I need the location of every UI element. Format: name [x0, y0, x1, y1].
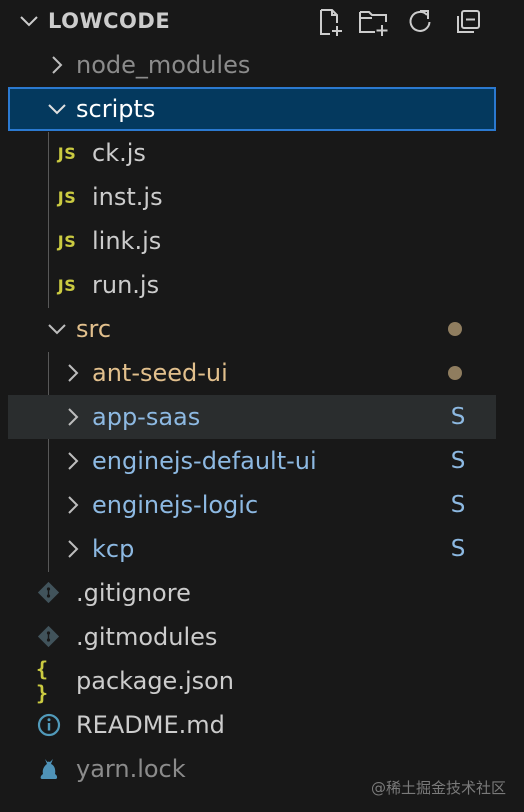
tree-item-link-js[interactable]: JS link.js	[8, 219, 496, 263]
tree-item-label: app-saas	[92, 403, 201, 431]
tree-item-gitignore[interactable]: .gitignore	[8, 571, 496, 615]
explorer-header[interactable]: LOWCODE	[0, 0, 524, 44]
chevron-right-icon[interactable]	[62, 494, 84, 516]
new-folder-button[interactable]	[356, 4, 392, 40]
tree-item-inst-js[interactable]: JS inst.js	[8, 175, 496, 219]
new-file-icon[interactable]	[315, 7, 345, 37]
git-file-icon	[37, 625, 60, 648]
tree-item-label: yarn.lock	[76, 755, 186, 783]
watermark: @稀土掘金技术社区	[370, 779, 506, 797]
refresh-icon[interactable]	[406, 8, 434, 36]
chevron-down-icon[interactable]	[18, 10, 40, 32]
javascript-file-icon: JS	[57, 275, 77, 295]
submodule-badge: S	[450, 536, 466, 562]
yarn-cat-icon	[40, 759, 58, 779]
chevron-right-icon[interactable]	[62, 406, 84, 428]
git-file-icon	[37, 581, 60, 604]
tree-item-node-modules[interactable]: node_modules	[8, 43, 496, 87]
tree-item-label: enginejs-logic	[92, 491, 259, 519]
tree-item-label: scripts	[76, 95, 156, 123]
explorer-panel: LOWCODE node_modules scripts JS ck.js JS…	[0, 0, 524, 812]
tree-item-label: run.js	[92, 271, 160, 299]
new-folder-icon[interactable]	[358, 7, 390, 37]
tree-item-label: link.js	[92, 227, 162, 255]
chevron-right-icon[interactable]	[46, 54, 68, 76]
javascript-file-icon: JS	[57, 231, 77, 251]
json-file-icon: { }	[36, 657, 49, 705]
tree-item-label: .gitmodules	[76, 623, 218, 651]
submodule-badge: S	[450, 404, 466, 430]
modified-dot-icon	[448, 322, 462, 336]
tree-item-ant-seed-ui[interactable]: ant-seed-ui	[8, 351, 496, 395]
tree-item-gitmodules[interactable]: .gitmodules	[8, 615, 496, 659]
tree-item-enginejs-logic[interactable]: enginejs-logic S	[8, 483, 496, 527]
tree-item-label: README.md	[76, 711, 225, 739]
chevron-down-icon[interactable]	[46, 318, 68, 340]
refresh-button[interactable]	[402, 4, 438, 40]
submodule-badge: S	[450, 448, 466, 474]
chevron-right-icon[interactable]	[62, 362, 84, 384]
submodule-badge: S	[450, 492, 466, 518]
tree-item-label: enginejs-default-ui	[92, 447, 317, 475]
tree-item-label: src	[76, 315, 112, 343]
javascript-file-icon: JS	[57, 187, 77, 207]
tree-item-label: node_modules	[76, 51, 251, 79]
tree-item-label: ant-seed-ui	[92, 359, 228, 387]
modified-dot-icon	[448, 366, 462, 380]
tree-item-kcp[interactable]: kcp S	[8, 527, 496, 571]
collapse-all-icon[interactable]	[454, 8, 482, 36]
tree-item-scripts[interactable]: scripts	[8, 87, 496, 131]
tree-item-label: kcp	[92, 535, 135, 563]
info-icon	[37, 713, 61, 737]
tree-item-label: ck.js	[92, 139, 146, 167]
tree-item-label: package.json	[76, 667, 235, 695]
tree-item-label: .gitignore	[76, 579, 191, 607]
tree-item-app-saas[interactable]: app-saas S	[8, 395, 496, 439]
tree-item-package-json[interactable]: { } package.json	[8, 657, 496, 705]
tree-item-run-js[interactable]: JS run.js	[8, 263, 496, 307]
tree-item-src[interactable]: src	[8, 307, 496, 351]
tree-item-enginejs-default-ui[interactable]: enginejs-default-ui S	[8, 439, 496, 483]
chevron-right-icon[interactable]	[62, 450, 84, 472]
tree-item-ck-js[interactable]: JS ck.js	[8, 131, 496, 175]
tree-item-label: inst.js	[92, 183, 163, 211]
new-file-button[interactable]	[312, 4, 348, 40]
chevron-right-icon[interactable]	[62, 538, 84, 560]
tree-item-readme[interactable]: README.md	[8, 703, 496, 747]
workspace-title: LOWCODE	[48, 9, 171, 33]
javascript-file-icon: JS	[57, 143, 77, 163]
chevron-down-icon[interactable]	[46, 98, 68, 120]
collapse-all-button[interactable]	[450, 4, 486, 40]
